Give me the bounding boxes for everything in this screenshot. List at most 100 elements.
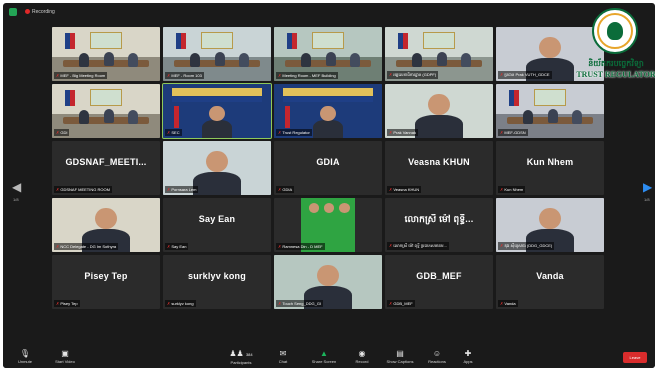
- start-video-button[interactable]: ▣ Start Video: [49, 349, 81, 364]
- participant-tile[interactable]: Pisey Tep ✗Pisey Tep: [52, 255, 160, 309]
- participant-tile[interactable]: ✗MEF - Big Meeting Room: [52, 27, 160, 81]
- participant-tile[interactable]: ✗Ramnesa Din - D MEF: [274, 198, 382, 252]
- muted-mic-icon: ✗: [278, 301, 282, 306]
- gallery-grid: ✗MEF - Big Meeting Room ✗MEF - Room 103 ✗M…: [52, 27, 604, 366]
- video-camera-off-icon: ▣: [61, 349, 69, 358]
- muted-mic-icon: ✗: [500, 130, 504, 135]
- record-label: Record: [355, 359, 369, 364]
- chat-label: Chat: [278, 359, 288, 364]
- chat-button[interactable]: ✉ Chat: [275, 349, 291, 364]
- meeting-toolbar: 🎙︎ Unmute ▣ Start Video ♟♟ 384 Participa…: [3, 347, 655, 368]
- participant-display-name: Vanda: [536, 271, 564, 281]
- participant-name-label: ✗Touch Seng_DDG_GI: [276, 300, 324, 307]
- participant-tile[interactable]: ✗ឌុង ស៊ីយូសាង (DDG_GDCE): [496, 198, 604, 252]
- security-shield-icon[interactable]: [9, 8, 17, 16]
- muted-mic-icon: ✗: [500, 243, 504, 248]
- participant-name-text: surklyv kong: [171, 301, 194, 306]
- participant-name-label: ✗Pisey Tep: [54, 300, 80, 307]
- share-screen-label: Share Screen: [311, 359, 337, 364]
- participant-tile[interactable]: ✗Pornsara Lem: [163, 141, 271, 195]
- participant-name-text: Pornsara Lem: [171, 187, 197, 192]
- participant-tile[interactable]: លោកស្រី ម៉ៅ ពុទ្ធី... ✗លោកស្រី ម៉ៅ ពុទ្ធី…: [385, 198, 493, 252]
- participant-tile[interactable]: ✗Meeting Room - MEF Building: [274, 27, 382, 81]
- participant-tile[interactable]: Veasna KHUN ✗Veasna KHUN: [385, 141, 493, 195]
- logo-english-text: TRUST REGULATOR: [576, 70, 655, 79]
- unmute-button[interactable]: 🎙︎ Unmute: [13, 349, 37, 364]
- muted-mic-icon: ✗: [278, 130, 282, 135]
- participant-name-text: MEF-GDSN: [504, 130, 526, 135]
- participant-display-name: Veasna KHUN: [408, 157, 470, 167]
- zoom-window: Recording ✗MEF - Big Meeting Room ✗MEF - …: [3, 3, 655, 368]
- muted-mic-icon: ✗: [167, 187, 171, 192]
- participant-tile[interactable]: GDB_MEF ✗GDB_MEF: [385, 255, 493, 309]
- participant-tile[interactable]: Say Ean ✗Say Ean: [163, 198, 271, 252]
- muted-mic-icon: ✗: [56, 244, 60, 249]
- recording-label: Recording: [32, 9, 55, 15]
- participant-name-text: Trust Regulator: [282, 130, 310, 135]
- muted-mic-icon: ✗: [389, 72, 393, 77]
- participant-display-name: GDB_MEF: [416, 271, 462, 281]
- show-captions-button[interactable]: ▤ Show Captions: [381, 349, 419, 364]
- participant-name-text: Veasna KHUN: [393, 187, 420, 192]
- participant-tile[interactable]: ✗SEC: [162, 83, 272, 139]
- participant-tile[interactable]: ✗GDI: [52, 84, 160, 138]
- participant-name-label: ✗Veasna KHUN: [387, 186, 422, 193]
- participant-tile[interactable]: ✗MEF - Room 103: [163, 27, 271, 81]
- participant-tile[interactable]: GDSNAF_MEETI... ✗GDSNAF MEETING ROOM: [52, 141, 160, 195]
- leave-button[interactable]: Leave: [623, 352, 647, 363]
- participant-name-text: Pisey Tep: [60, 301, 78, 306]
- muted-mic-icon: ✗: [278, 244, 282, 249]
- apps-button[interactable]: ✚ Apps: [459, 349, 477, 364]
- participant-tile[interactable]: ✗Touch Seng_DDG_GI: [274, 255, 382, 309]
- next-page-arrow-icon[interactable]: ▶: [643, 180, 652, 194]
- participant-tile[interactable]: GDIA ✗GDIA: [274, 141, 382, 195]
- muted-mic-icon: ✗: [389, 187, 393, 192]
- prev-page-arrow-icon[interactable]: ◀: [12, 180, 21, 194]
- record-dot-icon: [25, 9, 30, 15]
- prev-page-indicator: 1/8: [13, 197, 19, 202]
- participant-name-label: ✗MEF-GDSN: [498, 129, 528, 136]
- muted-mic-icon: ✗: [389, 301, 393, 306]
- muted-mic-icon: ✗: [500, 301, 504, 306]
- reactions-button[interactable]: ☺ Reactions: [423, 349, 451, 364]
- participant-name-label: ✗surklyv kong: [165, 300, 196, 307]
- participant-name-text: លោកស្រី ម៉ៅ ពុទ្ធី ប្រធានសមាគម...: [393, 243, 447, 248]
- muted-mic-icon: ✗: [56, 130, 60, 135]
- share-screen-button[interactable]: ▲ Share Screen: [307, 349, 341, 364]
- muted-mic-icon: ✗: [278, 73, 282, 78]
- participant-tile[interactable]: ✗NCC Delegate - DG Im Sothyra: [52, 198, 160, 252]
- muted-mic-icon: ✗: [167, 130, 171, 135]
- recording-indicator[interactable]: Recording: [25, 9, 55, 15]
- record-icon: ◉: [358, 349, 366, 358]
- participant-name-label: ✗MEF - Big Meeting Room: [54, 72, 108, 79]
- participant-name-text: ប្រធាន Prak VUTH_GDCE: [504, 72, 550, 77]
- muted-mic-icon: ✗: [278, 187, 282, 192]
- muted-mic-icon: ✗: [167, 244, 171, 249]
- muted-mic-icon: ✗: [389, 130, 393, 135]
- participant-tile[interactable]: surklyv kong ✗surklyv kong: [163, 255, 271, 309]
- participant-tile[interactable]: ✗អគ្គលេខាធិការដ្ឋាន (GDPF): [385, 27, 493, 81]
- muted-mic-icon: ✗: [500, 72, 504, 77]
- participant-tile[interactable]: ✗Prak Vannak: [385, 84, 493, 138]
- reactions-smile-icon: ☺: [432, 349, 442, 358]
- participant-tile[interactable]: Vanda ✗Vanda: [496, 255, 604, 309]
- participants-button[interactable]: ♟♟ 384 Participants: [223, 349, 259, 365]
- participant-display-name: GDSNAF_MEETI...: [65, 157, 147, 167]
- participant-name-label: ✗NCC Delegate - DG Im Sothyra: [54, 243, 119, 250]
- participant-tile[interactable]: ✗Trust Regulator: [274, 84, 382, 138]
- captions-icon: ▤: [396, 349, 404, 358]
- participant-display-name: លោកស្រី ម៉ៅ ពុទ្ធី...: [404, 214, 474, 224]
- participant-tile[interactable]: Kun Nhem ✗Kun Nhem: [496, 141, 604, 195]
- participants-count: 384: [245, 352, 253, 357]
- participant-name-text: Say Ean: [171, 244, 187, 249]
- participant-name-text: GDB_MEF: [393, 301, 413, 306]
- show-captions-label: Show Captions: [386, 359, 414, 364]
- apps-label: Apps: [463, 359, 473, 364]
- muted-mic-icon: ✗: [389, 243, 393, 248]
- participant-name-text: Touch Seng_DDG_GI: [282, 301, 322, 306]
- participant-name-label: ✗GDB_MEF: [387, 300, 415, 307]
- start-video-label: Start Video: [55, 359, 75, 364]
- participant-name-text: NCC Delegate - DG Im Sothyra: [60, 244, 117, 249]
- record-button[interactable]: ◉ Record: [351, 349, 373, 364]
- participant-name-label: ✗Trust Regulator: [276, 129, 312, 136]
